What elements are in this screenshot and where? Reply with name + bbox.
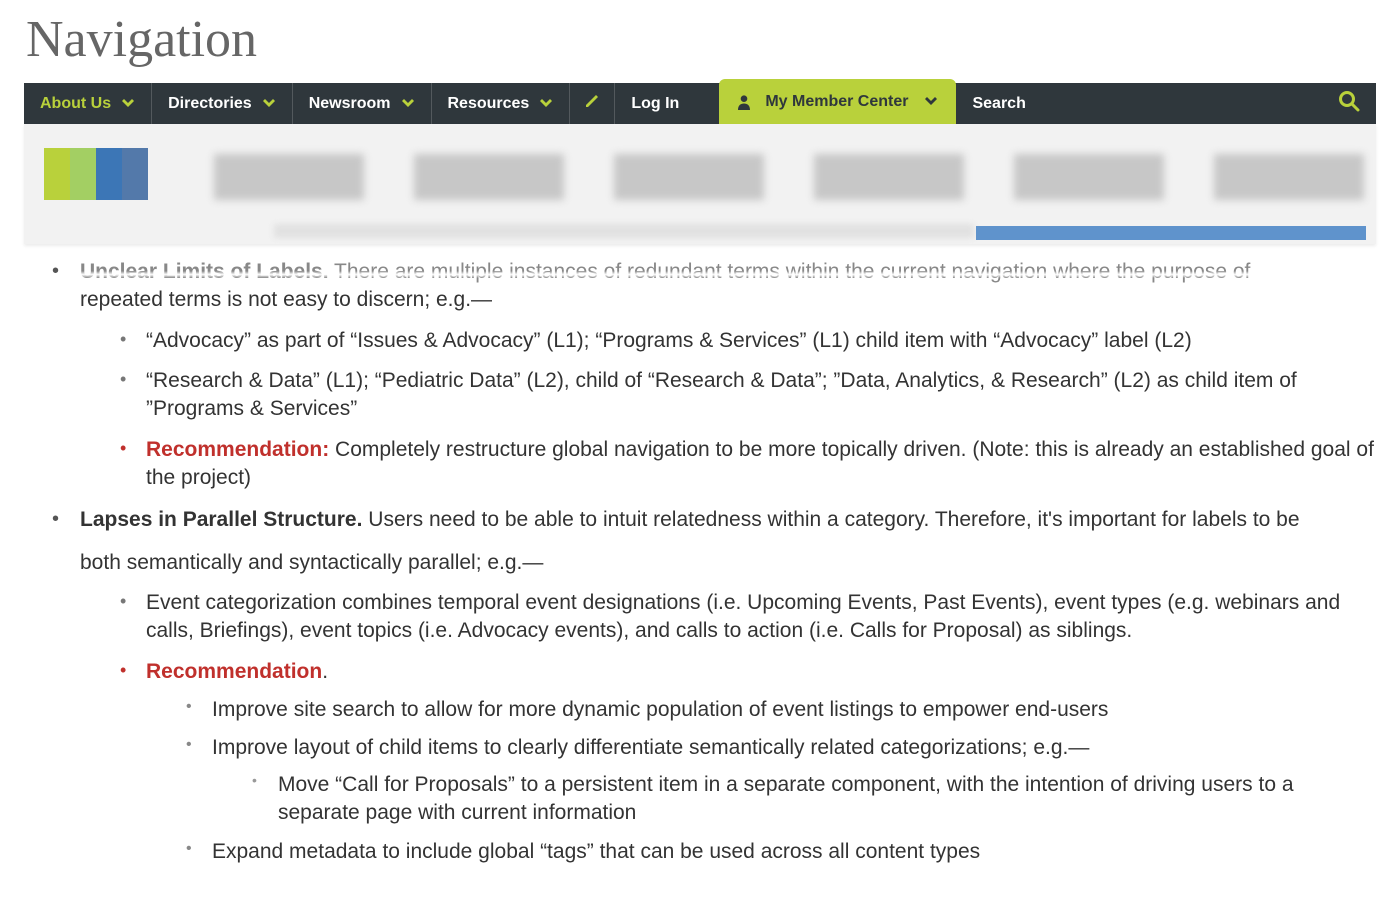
nav-search[interactable]: Search <box>956 83 1376 124</box>
bullet-unclear-limits: Unclear Limits of Labels. There are mult… <box>52 258 1376 492</box>
search-icon <box>1338 90 1360 117</box>
text: There are multiple instances of redundan… <box>329 260 1251 283</box>
pencil-icon <box>584 93 600 114</box>
sub-bullet: Event categorization combines temporal e… <box>120 589 1376 646</box>
text: Completely restructure global navigation… <box>146 438 1374 489</box>
chevron-down-icon <box>401 99 415 109</box>
recommendation-label: Recommendation <box>146 660 322 683</box>
nav-about-us[interactable]: About Us <box>24 83 152 124</box>
recommendation-bullet: Recommendation. Improve site search to a… <box>120 658 1376 866</box>
nav-edit[interactable] <box>570 83 615 124</box>
text: Move “Call for Proposals” to a persisten… <box>278 773 1294 824</box>
nav-login[interactable]: Log In <box>615 83 719 124</box>
sub-bullet: “Advocacy” as part of “Issues & Advocacy… <box>120 327 1376 355</box>
nav-member-center[interactable]: My Member Center <box>719 79 956 124</box>
nav-login-label: Log In <box>631 95 679 113</box>
recommendation-label: Recommendation: <box>146 438 329 461</box>
chevron-down-icon <box>262 99 276 109</box>
chevron-down-icon <box>539 99 553 109</box>
text: both semantically and syntactically para… <box>80 549 1376 577</box>
sub-bullet: “Research & Data” (L1); “Pediatric Data”… <box>120 367 1376 424</box>
nav-directories[interactable]: Directories <box>152 83 293 124</box>
navbar-screenshot: About Us Directories Newsroom Resources <box>24 83 1376 244</box>
text: . <box>322 660 328 683</box>
nav-search-label: Search <box>972 95 1025 113</box>
pixelated-logo <box>44 148 148 200</box>
text: “Advocacy” as part of “Issues & Advocacy… <box>146 329 1192 352</box>
rec-item: Improve layout of child items to clearly… <box>186 734 1376 827</box>
recommendation-bullet: Recommendation: Completely restructure g… <box>120 436 1376 493</box>
nav-newsroom[interactable]: Newsroom <box>293 83 432 124</box>
nav-resources[interactable]: Resources <box>432 83 571 124</box>
text: repeated terms is not easy to discern; e… <box>80 286 1376 314</box>
nav-member-center-label: My Member Center <box>765 93 908 111</box>
parallel-structure-heading: Lapses in Parallel Structure. <box>80 508 362 531</box>
page-title: Navigation <box>26 10 1376 69</box>
nav-about-us-label: About Us <box>40 95 111 113</box>
pixelated-header <box>24 124 1376 244</box>
chevron-down-icon <box>924 97 938 107</box>
rec-item: Expand metadata to include global “tags”… <box>186 838 1376 866</box>
text: Improve layout of child items to clearly… <box>212 736 1089 759</box>
text: Users need to be able to intuit relatedn… <box>362 508 1299 531</box>
top-navbar: About Us Directories Newsroom Resources <box>24 83 1376 124</box>
chevron-down-icon <box>121 99 135 109</box>
rec-item: Improve site search to allow for more dy… <box>186 696 1376 724</box>
text: Event categorization combines temporal e… <box>146 591 1340 642</box>
bullet-parallel-structure: Lapses in Parallel Structure. Users need… <box>52 506 1376 865</box>
nav-newsroom-label: Newsroom <box>309 95 391 113</box>
text: Improve site search to allow for more dy… <box>212 698 1108 721</box>
nav-resources-label: Resources <box>448 95 530 113</box>
person-icon <box>737 94 751 110</box>
unclear-limits-heading: Unclear Limits of Labels. <box>80 260 329 283</box>
text: Expand metadata to include global “tags”… <box>212 840 980 863</box>
text: “Research & Data” (L1); “Pediatric Data”… <box>146 369 1297 420</box>
document-body: Unclear Limits of Labels. There are mult… <box>24 258 1376 866</box>
rec-sub-item: Move “Call for Proposals” to a persisten… <box>252 771 1376 828</box>
nav-directories-label: Directories <box>168 95 252 113</box>
